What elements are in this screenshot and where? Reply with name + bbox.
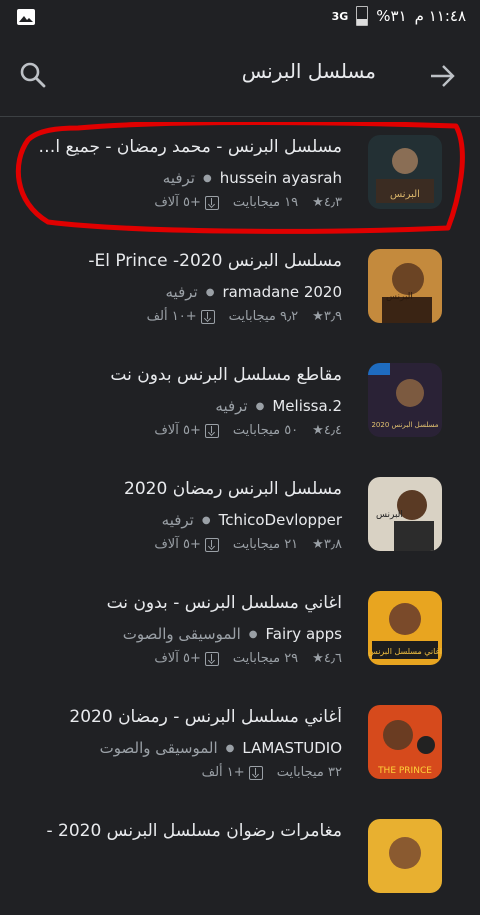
app-list-item[interactable]: مغامرات رضوان مسلسل البرنس 2020 - (0, 801, 480, 915)
app-title: أغاني مسلسل البرنس - رمضان 2020 (69, 707, 342, 727)
app-category: ترفيه (165, 283, 198, 301)
download-icon (204, 537, 219, 552)
app-icon: البرنس (368, 135, 442, 209)
app-size: ٣٢ ميجابايت (276, 765, 342, 780)
signal-icon: 3G (331, 9, 349, 23)
svg-text:البرنس: البرنس (390, 189, 420, 200)
search-query[interactable]: مسلسل البرنس (242, 59, 376, 83)
download-icon (248, 765, 263, 780)
app-developer: LAMASTUDIO (242, 739, 342, 757)
app-icon: البرنس (368, 249, 442, 323)
app-rating: ٤٫٦★ (312, 651, 342, 666)
app-rating: ٣٫٨★ (312, 537, 342, 552)
app-results-list: البرنس مسلسل البرنس - محمد رمضان - جميع … (0, 117, 480, 915)
download-icon (200, 309, 215, 324)
app-title: مقاطع مسلسل البرنس بدون نت (110, 365, 342, 385)
app-icon (368, 819, 442, 893)
app-installs: +٥ آلاف (154, 537, 219, 552)
gallery-notification-icon (16, 8, 36, 30)
app-installs: +٥ آلاف (154, 195, 219, 210)
app-installs: +١٠ ألف (147, 309, 215, 324)
app-rating: ٤٫٣★ (312, 195, 342, 210)
svg-text:مسلسل البرنس 2020: مسلسل البرنس 2020 (371, 421, 438, 429)
separator-dot: ● (203, 172, 212, 184)
app-installs: +١ ألف (202, 765, 263, 780)
app-title: مسلسل البرنس رمضان 2020 (124, 479, 342, 499)
app-rating: ٣٫٩★ (312, 309, 342, 324)
separator-dot: ● (248, 628, 258, 640)
clock: ١١:٤٨ م (414, 7, 466, 25)
svg-text:THE PRINCE: THE PRINCE (377, 766, 432, 776)
battery-icon (356, 6, 369, 26)
status-bar: 3G %٣١ ١١:٤٨ م (0, 0, 480, 36)
separator-dot: ● (255, 400, 265, 412)
app-icon: اغاني مسلسل البرنس (368, 591, 442, 665)
download-icon (204, 195, 219, 210)
app-list-item[interactable]: اغاني مسلسل البرنس اغاني مسلسل البرنس - … (0, 573, 480, 687)
app-size: ٩٫٢ ميجابايت (228, 309, 299, 324)
app-title: اغاني مسلسل البرنس - بدون نت (106, 593, 342, 613)
app-title: مسلسل البرنس 2020- El Prince- (88, 251, 342, 271)
back-arrow-icon[interactable] (428, 62, 456, 90)
app-category: الموسيقى والصوت (122, 625, 241, 643)
separator-dot: ● (201, 514, 211, 526)
app-list-item[interactable]: THE PRINCE أغاني مسلسل البرنس - رمضان 20… (0, 687, 480, 801)
app-size: ٢٩ ميجابايت (232, 651, 299, 666)
app-category: ترفيه (215, 397, 248, 415)
battery-percent: %٣١ (376, 7, 407, 25)
app-size: ١٩ ميجابايت (232, 195, 299, 210)
app-list-item[interactable]: البرنس مسلسل البرنس - محمد رمضان - جميع … (0, 117, 480, 231)
search-bar: مسلسل البرنس (0, 36, 480, 116)
svg-text:البرنس: البرنس (376, 510, 403, 520)
app-title: مسلسل البرنس - محمد رمضان - جميع ال... (32, 137, 342, 157)
app-category: ترفيه (162, 169, 195, 187)
app-developer: hussein ayasrah (219, 169, 342, 187)
app-size: ٢١ ميجابايت (232, 537, 299, 552)
svg-text:البرنس: البرنس (386, 292, 413, 302)
separator-dot: ● (205, 286, 215, 298)
app-icon: مسلسل البرنس 2020 (368, 363, 442, 437)
app-size: ٥٠ ميجابايت (232, 423, 299, 438)
app-list-item[interactable]: مسلسل البرنس 2020 مقاطع مسلسل البرنس بدو… (0, 345, 480, 459)
app-developer: TchicoDevlopper (218, 511, 342, 529)
app-developer: Fairy apps (265, 625, 342, 643)
app-developer: Melissa.2 (272, 397, 342, 415)
app-developer: ramadane 2020 (222, 283, 342, 301)
app-icon: THE PRINCE (368, 705, 442, 779)
app-icon: البرنس (368, 477, 442, 551)
app-list-item[interactable]: البرنس مسلسل البرنس رمضان 2020 TchicoDev… (0, 459, 480, 573)
svg-text:اغاني مسلسل البرنس: اغاني مسلسل البرنس (368, 647, 442, 656)
app-rating: ٤٫٤★ (312, 423, 342, 438)
app-installs: +٥ آلاف (154, 651, 219, 666)
separator-dot: ● (225, 742, 235, 754)
search-icon[interactable] (18, 60, 48, 90)
app-installs: +٥ آلاف (154, 423, 219, 438)
status-indicators: 3G %٣١ ١١:٤٨ م (332, 6, 466, 26)
app-list-item[interactable]: البرنس مسلسل البرنس 2020- El Prince- ram… (0, 231, 480, 345)
app-title: مغامرات رضوان مسلسل البرنس 2020 - (46, 821, 342, 841)
download-icon (204, 423, 219, 438)
app-category: ترفيه (161, 511, 194, 529)
app-category: الموسيقى والصوت (99, 739, 218, 757)
download-icon (204, 651, 219, 666)
